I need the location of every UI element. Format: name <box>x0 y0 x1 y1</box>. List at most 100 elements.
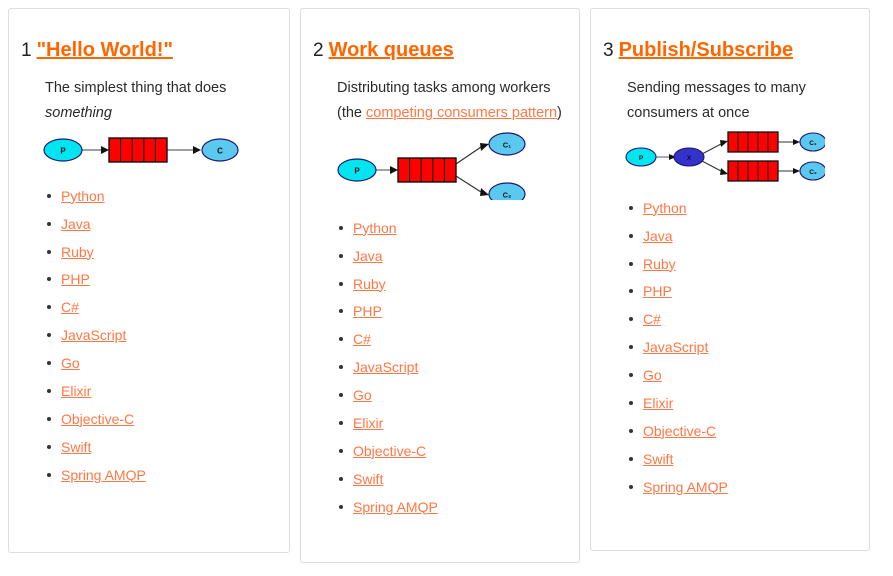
language-link-objective-c[interactable]: Objective-C <box>643 423 716 439</box>
list-item: Spring AMQP <box>337 498 565 517</box>
hello-world-diagram: P C <box>43 130 275 175</box>
tutorial-card-1: 1 "Hello World!" The simplest thing that … <box>8 8 290 553</box>
language-link-swift[interactable]: Swift <box>353 471 383 487</box>
tutorial-3-title-link[interactable]: Publish/Subscribe <box>619 39 793 61</box>
list-item: JavaScript <box>627 338 855 357</box>
language-link-csharp[interactable]: C# <box>643 311 661 327</box>
list-item: Java <box>45 215 275 234</box>
list-item: PHP <box>627 282 855 301</box>
tutorial-1-body: The simplest thing that does something P <box>9 76 289 485</box>
list-item: Swift <box>337 470 565 489</box>
language-link-spring-amqp[interactable]: Spring AMQP <box>61 467 146 483</box>
language-link-python[interactable]: Python <box>353 220 397 236</box>
language-link-objective-c[interactable]: Objective-C <box>61 411 134 427</box>
list-item: C# <box>45 298 275 317</box>
language-link-objective-c[interactable]: Objective-C <box>353 443 426 459</box>
language-link-javascript[interactable]: JavaScript <box>61 327 126 343</box>
language-link-python[interactable]: Python <box>61 188 105 204</box>
language-link-javascript[interactable]: JavaScript <box>643 339 708 355</box>
tutorial-1-title-link[interactable]: "Hello World!" <box>37 39 173 61</box>
language-link-ruby[interactable]: Ruby <box>61 244 94 260</box>
list-item: JavaScript <box>45 326 275 345</box>
list-item: Elixir <box>337 414 565 433</box>
language-link-python[interactable]: Python <box>643 200 687 216</box>
producer-label: P <box>639 155 644 162</box>
list-item: Python <box>627 199 855 218</box>
tutorial-3-heading: 3 Publish/Subscribe <box>591 9 869 62</box>
publish-subscribe-diagram: P X C₁ C₂ <box>625 130 855 187</box>
language-link-php[interactable]: PHP <box>353 303 382 319</box>
queue-box <box>397 157 457 183</box>
language-link-php[interactable]: PHP <box>643 283 672 299</box>
language-link-ruby[interactable]: Ruby <box>643 256 676 272</box>
language-link-swift[interactable]: Swift <box>61 439 91 455</box>
list-item: Swift <box>627 450 855 469</box>
language-link-elixir[interactable]: Elixir <box>353 415 383 431</box>
language-link-php[interactable]: PHP <box>61 271 90 287</box>
language-link-ruby[interactable]: Ruby <box>353 276 386 292</box>
language-link-csharp[interactable]: C# <box>61 299 79 315</box>
tutorials-page: 1 "Hello World!" The simplest thing that … <box>0 0 893 576</box>
tutorial-3-body: Sending messages to many consumers at on… <box>591 76 869 497</box>
tutorial-2-title-link[interactable]: Work queues <box>329 39 454 61</box>
language-link-java[interactable]: Java <box>353 248 383 264</box>
tutorial-card-3: 3 Publish/Subscribe Sending messages to m… <box>590 8 870 551</box>
queue-box <box>108 137 168 163</box>
tutorial-1-heading: 1 "Hello World!" <box>9 9 289 62</box>
list-item: Spring AMQP <box>627 478 855 497</box>
consumer-2-label: C₂ <box>809 169 817 176</box>
language-link-javascript[interactable]: JavaScript <box>353 359 418 375</box>
language-link-java[interactable]: Java <box>61 216 91 232</box>
language-link-go[interactable]: Go <box>643 367 662 383</box>
language-link-elixir[interactable]: Elixir <box>61 383 91 399</box>
tutorial-2-language-list: Python Java Ruby PHP C# JavaScript Go El… <box>337 219 565 517</box>
queue-box-1 <box>727 131 779 153</box>
language-link-spring-amqp[interactable]: Spring AMQP <box>353 499 438 515</box>
list-item: Go <box>337 386 565 405</box>
list-item: Java <box>337 247 565 266</box>
tutorial-3-description: Sending messages to many consumers at on… <box>627 79 806 121</box>
list-item: Ruby <box>337 275 565 294</box>
consumer-2-label: C₂ <box>503 190 512 199</box>
tutorial-3-language-list: Python Java Ruby PHP C# JavaScript Go El… <box>627 199 855 497</box>
tutorial-2-number: 2 <box>313 40 324 61</box>
tutorial-2-desc-tail: ) <box>557 104 562 121</box>
work-queues-diagram: P C₁ C₂ <box>335 130 565 206</box>
producer-label: P <box>60 146 66 155</box>
list-item: PHP <box>337 302 565 321</box>
list-item: Ruby <box>627 255 855 274</box>
language-link-csharp[interactable]: C# <box>353 331 371 347</box>
list-item: Swift <box>45 438 275 457</box>
list-item: Go <box>627 366 855 385</box>
tutorial-card-2: 2 Work queues Distributing tasks among wo… <box>300 8 580 563</box>
tutorial-1-description: The simplest thing that does something <box>45 76 275 126</box>
tutorial-3-number: 3 <box>603 40 614 61</box>
language-link-swift[interactable]: Swift <box>643 451 673 467</box>
list-item: Objective-C <box>337 442 565 461</box>
language-link-go[interactable]: Go <box>61 355 80 371</box>
tutorial-1-language-list: Python Java Ruby PHP C# JavaScript Go El… <box>45 187 275 485</box>
list-item: Objective-C <box>627 422 855 441</box>
language-link-java[interactable]: Java <box>643 228 673 244</box>
language-link-go[interactable]: Go <box>353 387 372 403</box>
list-item: Python <box>45 187 275 206</box>
list-item: PHP <box>45 270 275 289</box>
exchange-label: X <box>687 155 692 162</box>
list-item: Elixir <box>627 394 855 413</box>
tutorial-2-heading: 2 Work queues <box>301 9 579 62</box>
list-item: Ruby <box>45 243 275 262</box>
competing-consumers-pattern-link[interactable]: competing consumers pattern <box>366 105 557 121</box>
tutorial-1-desc-italic: something <box>45 104 112 121</box>
tutorial-2-body: Distributing tasks among workers (the co… <box>301 76 579 517</box>
language-link-elixir[interactable]: Elixir <box>643 395 673 411</box>
list-item: Elixir <box>45 382 275 401</box>
language-link-spring-amqp[interactable]: Spring AMQP <box>643 479 728 495</box>
consumer-label: C <box>217 146 223 155</box>
consumer-1-label: C₁ <box>809 140 817 147</box>
list-item: Objective-C <box>45 410 275 429</box>
consumer-1-label: C₁ <box>503 140 512 149</box>
list-item: C# <box>627 310 855 329</box>
list-item: JavaScript <box>337 358 565 377</box>
list-item: C# <box>337 330 565 349</box>
list-item: Java <box>627 227 855 246</box>
